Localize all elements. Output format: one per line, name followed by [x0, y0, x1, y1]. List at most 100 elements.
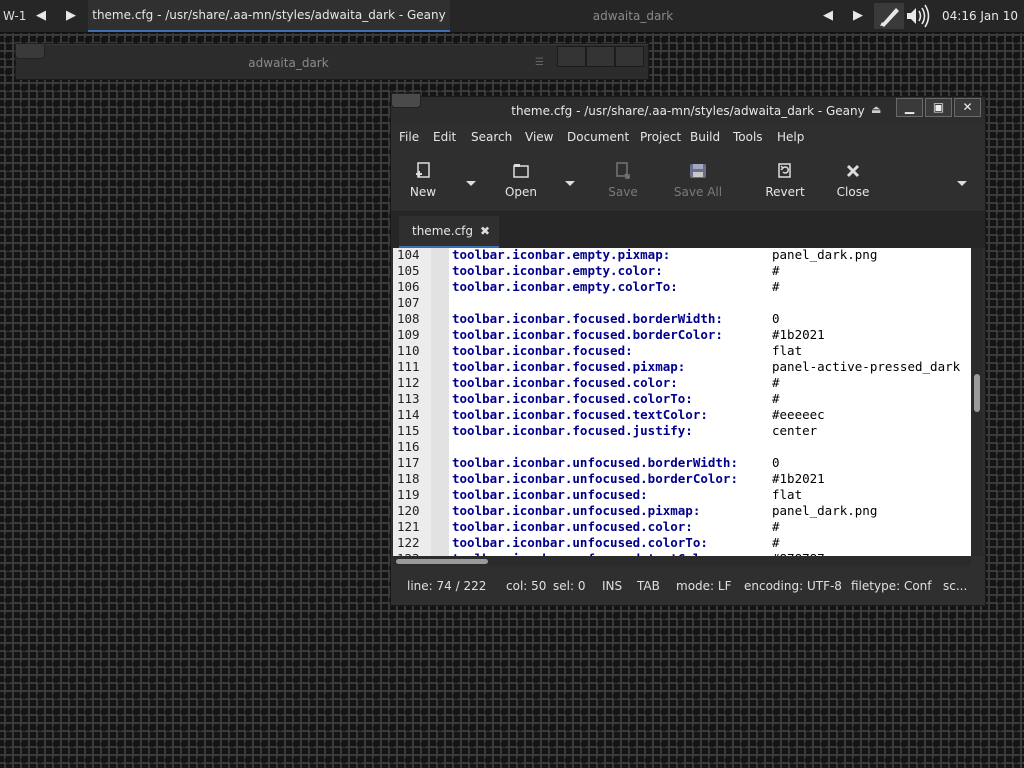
- status-filetype: filetype: Conf: [851, 579, 932, 593]
- config-value: #: [772, 279, 780, 294]
- background-window[interactable]: adwaita_dark ☰: [15, 43, 649, 80]
- config-value: panel_dark.png: [772, 503, 878, 518]
- new-button[interactable]: New: [407, 161, 439, 199]
- code-line[interactable]: 120 toolbar.iconbar.unfocused.pixmap: pane…: [393, 503, 971, 519]
- code-line[interactable]: 109 toolbar.iconbar.focused.borderColor: #…: [393, 327, 971, 343]
- code-line[interactable]: 117 toolbar.iconbar.unfocused.borderWidth…: [393, 455, 971, 471]
- horizontal-scroll-thumb[interactable]: [396, 559, 488, 564]
- code-line[interactable]: 110 toolbar.iconbar.focused: flat: [393, 343, 971, 359]
- window-titlebar[interactable]: theme.cfg - /usr/share/.aa-mn/styles/adw…: [391, 97, 985, 125]
- config-value: flat: [772, 343, 803, 358]
- menu-project[interactable]: Project: [640, 130, 681, 144]
- geany-window: theme.cfg - /usr/share/.aa-mn/styles/adw…: [390, 96, 986, 606]
- menu-build[interactable]: Build: [690, 130, 720, 144]
- task-prev-icon[interactable]: ◀: [820, 0, 836, 32]
- line-number: 115: [397, 423, 420, 438]
- code-line[interactable]: 113 toolbar.iconbar.focused.colorTo: #: [393, 391, 971, 407]
- open-button[interactable]: Open: [503, 161, 539, 199]
- open-dropdown-icon[interactable]: [563, 176, 577, 190]
- clock[interactable]: 04:16 Jan 10: [942, 0, 1018, 32]
- line-number: 108: [397, 311, 420, 326]
- tab-close-icon[interactable]: ✖: [477, 223, 493, 239]
- taskbar-item-adwaita-dark[interactable]: adwaita_dark: [470, 0, 796, 32]
- menu-file[interactable]: File: [399, 130, 419, 144]
- config-key: toolbar.iconbar.unfocused.pixmap:: [452, 503, 701, 518]
- statusbar: line: 74 / 222 col: 50 sel: 0 INS TAB mo…: [391, 569, 985, 603]
- config-value: #1b2021: [772, 471, 825, 486]
- code-line[interactable]: 112 toolbar.iconbar.focused.color: #: [393, 375, 971, 391]
- window-tab[interactable]: [391, 93, 421, 108]
- taskbar-item-geany[interactable]: theme.cfg - /usr/share/.aa-mn/styles/adw…: [88, 0, 450, 32]
- code-line[interactable]: 114 toolbar.iconbar.focused.textColor: #ee…: [393, 407, 971, 423]
- status-mode: mode: LF: [676, 579, 732, 593]
- code-line[interactable]: 122 toolbar.iconbar.unfocused.colorTo: #: [393, 535, 971, 551]
- maximize-button[interactable]: ▣: [925, 98, 952, 117]
- bg-maximize-button[interactable]: [586, 46, 615, 67]
- editor-area[interactable]: 104 toolbar.iconbar.empty.pixmap: panel_da…: [393, 248, 971, 556]
- code-line[interactable]: 106 toolbar.iconbar.empty.colorTo: #: [393, 279, 971, 295]
- close-file-icon: [846, 164, 860, 178]
- status-line: line: 74 / 222: [407, 579, 487, 593]
- menu-edit[interactable]: Edit: [433, 130, 456, 144]
- bg-close-button[interactable]: [615, 46, 644, 67]
- menu-help[interactable]: Help: [777, 130, 804, 144]
- workspace-label[interactable]: W-1: [3, 0, 26, 32]
- open-label: Open: [504, 185, 538, 199]
- menu-tools[interactable]: Tools: [733, 130, 763, 144]
- vertical-scroll-thumb[interactable]: [974, 374, 980, 412]
- horizontal-scrollbar[interactable]: [393, 556, 971, 566]
- new-file-icon: [416, 162, 430, 178]
- menu-search[interactable]: Search: [471, 130, 512, 144]
- code-line[interactable]: 121 toolbar.iconbar.unfocused.color: #: [393, 519, 971, 535]
- line-number: 116: [397, 439, 420, 454]
- revert-button[interactable]: Revert: [765, 161, 805, 199]
- config-value: panel-active-pressed_dark: [772, 359, 961, 374]
- menu-view[interactable]: View: [525, 130, 553, 144]
- new-dropdown-icon[interactable]: [464, 176, 478, 190]
- code-line[interactable]: 116: [393, 439, 971, 455]
- top-panel: W-1 ◀ ▶ theme.cfg - /usr/share/.aa-mn/st…: [0, 0, 1024, 33]
- system-tray: [874, 0, 938, 32]
- code-line[interactable]: 104 toolbar.iconbar.empty.pixmap: panel_da…: [393, 248, 971, 263]
- window-menu-icon[interactable]: ☰: [535, 57, 544, 68]
- code-line[interactable]: 107: [393, 295, 971, 311]
- vertical-scrollbar[interactable]: [971, 248, 983, 556]
- code-line[interactable]: 118 toolbar.iconbar.unfocused.borderColor…: [393, 471, 971, 487]
- volume-icon[interactable]: [907, 4, 930, 28]
- code-line[interactable]: 105 toolbar.iconbar.empty.color: #: [393, 263, 971, 279]
- save-icon: [616, 162, 630, 179]
- config-value: 0: [772, 455, 780, 470]
- config-value: #eeeeec: [772, 407, 825, 422]
- config-key: toolbar.iconbar.empty.colorTo:: [452, 279, 678, 294]
- status-ins: INS: [602, 579, 623, 593]
- minimize-button[interactable]: ▁: [896, 98, 923, 117]
- config-value: #: [772, 519, 780, 534]
- workspace-next-icon[interactable]: ▶: [63, 0, 79, 32]
- close-file-label: Close: [836, 185, 870, 199]
- toolbar-overflow-icon[interactable]: [955, 176, 969, 190]
- task-next-icon[interactable]: ▶: [850, 0, 866, 32]
- bg-minimize-button[interactable]: [557, 46, 586, 67]
- config-key: toolbar.iconbar.unfocused.borderColor:: [452, 471, 738, 486]
- code-line[interactable]: 108 toolbar.iconbar.focused.borderWidth: 0: [393, 311, 971, 327]
- tab-theme-cfg[interactable]: theme.cfg ✖: [399, 216, 499, 248]
- save-button[interactable]: Save: [605, 161, 641, 199]
- minimize-icon: ▁: [904, 100, 915, 114]
- line-number: 122: [397, 535, 420, 550]
- line-number: 105: [397, 263, 420, 278]
- line-number: 119: [397, 487, 420, 502]
- close-button[interactable]: ✕: [954, 98, 981, 117]
- line-number: 112: [397, 375, 420, 390]
- save-all-button[interactable]: Save All: [673, 161, 723, 199]
- status-encoding: encoding: UTF-8: [744, 579, 842, 593]
- background-window-tab[interactable]: [15, 43, 45, 59]
- open-folder-icon: [513, 164, 529, 178]
- code-line[interactable]: 119 toolbar.iconbar.unfocused: flat: [393, 487, 971, 503]
- shade-icon[interactable]: ⏏: [871, 103, 881, 116]
- status-sel: sel: 0: [553, 579, 586, 593]
- close-file-button[interactable]: Close: [835, 161, 871, 199]
- code-line[interactable]: 111 toolbar.iconbar.focused.pixmap: panel-…: [393, 359, 971, 375]
- code-line[interactable]: 115 toolbar.iconbar.focused.justify: cente…: [393, 423, 971, 439]
- workspace-prev-icon[interactable]: ◀: [33, 0, 49, 32]
- menu-document[interactable]: Document: [567, 130, 629, 144]
